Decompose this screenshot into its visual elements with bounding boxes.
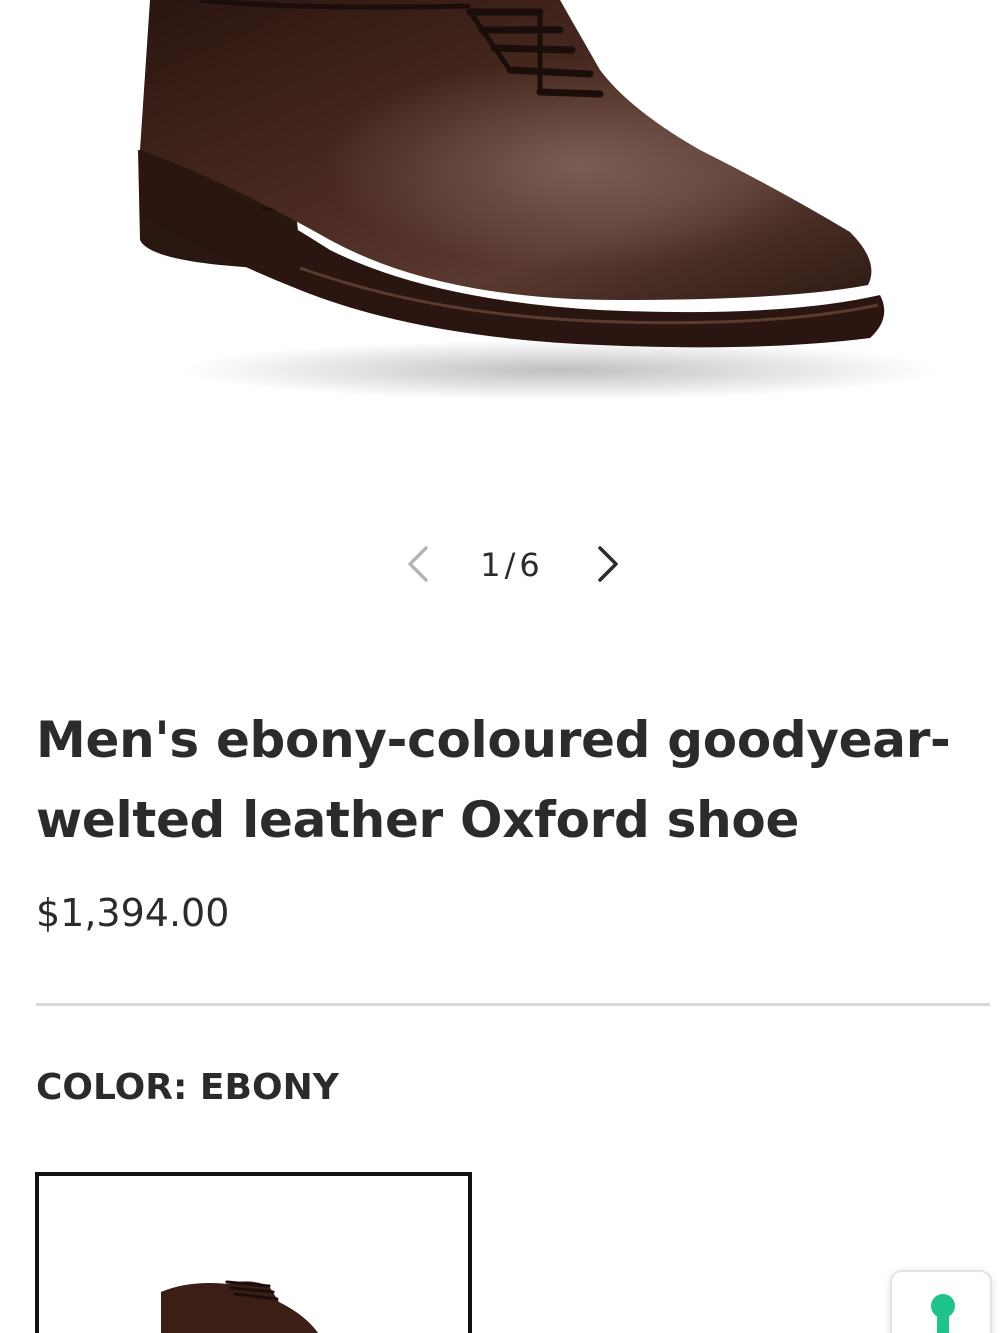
chevron-left-icon: [408, 546, 428, 582]
product-title: Men's ebony-coloured goodyear-welted lea…: [36, 711, 951, 849]
product-price: $1,394.00: [36, 891, 230, 935]
keyhole-icon: [931, 1294, 955, 1333]
color-label: COLOR: EBONY: [36, 1067, 339, 1108]
security-widget-button[interactable]: [890, 1270, 992, 1333]
oxford-shoe-photo: [138, 0, 940, 400]
next-image-button[interactable]: [588, 542, 628, 586]
color-swatch-ebony[interactable]: [35, 1172, 472, 1333]
previous-image-button[interactable]: [398, 542, 438, 586]
image-pager: 1/6: [0, 538, 1000, 590]
product-image[interactable]: [0, 0, 1000, 500]
image-counter: 1/6: [480, 546, 544, 584]
oxford-shoe-thumbnail: [161, 1280, 319, 1333]
divider: [36, 1003, 990, 1006]
chevron-right-icon: [598, 546, 618, 582]
